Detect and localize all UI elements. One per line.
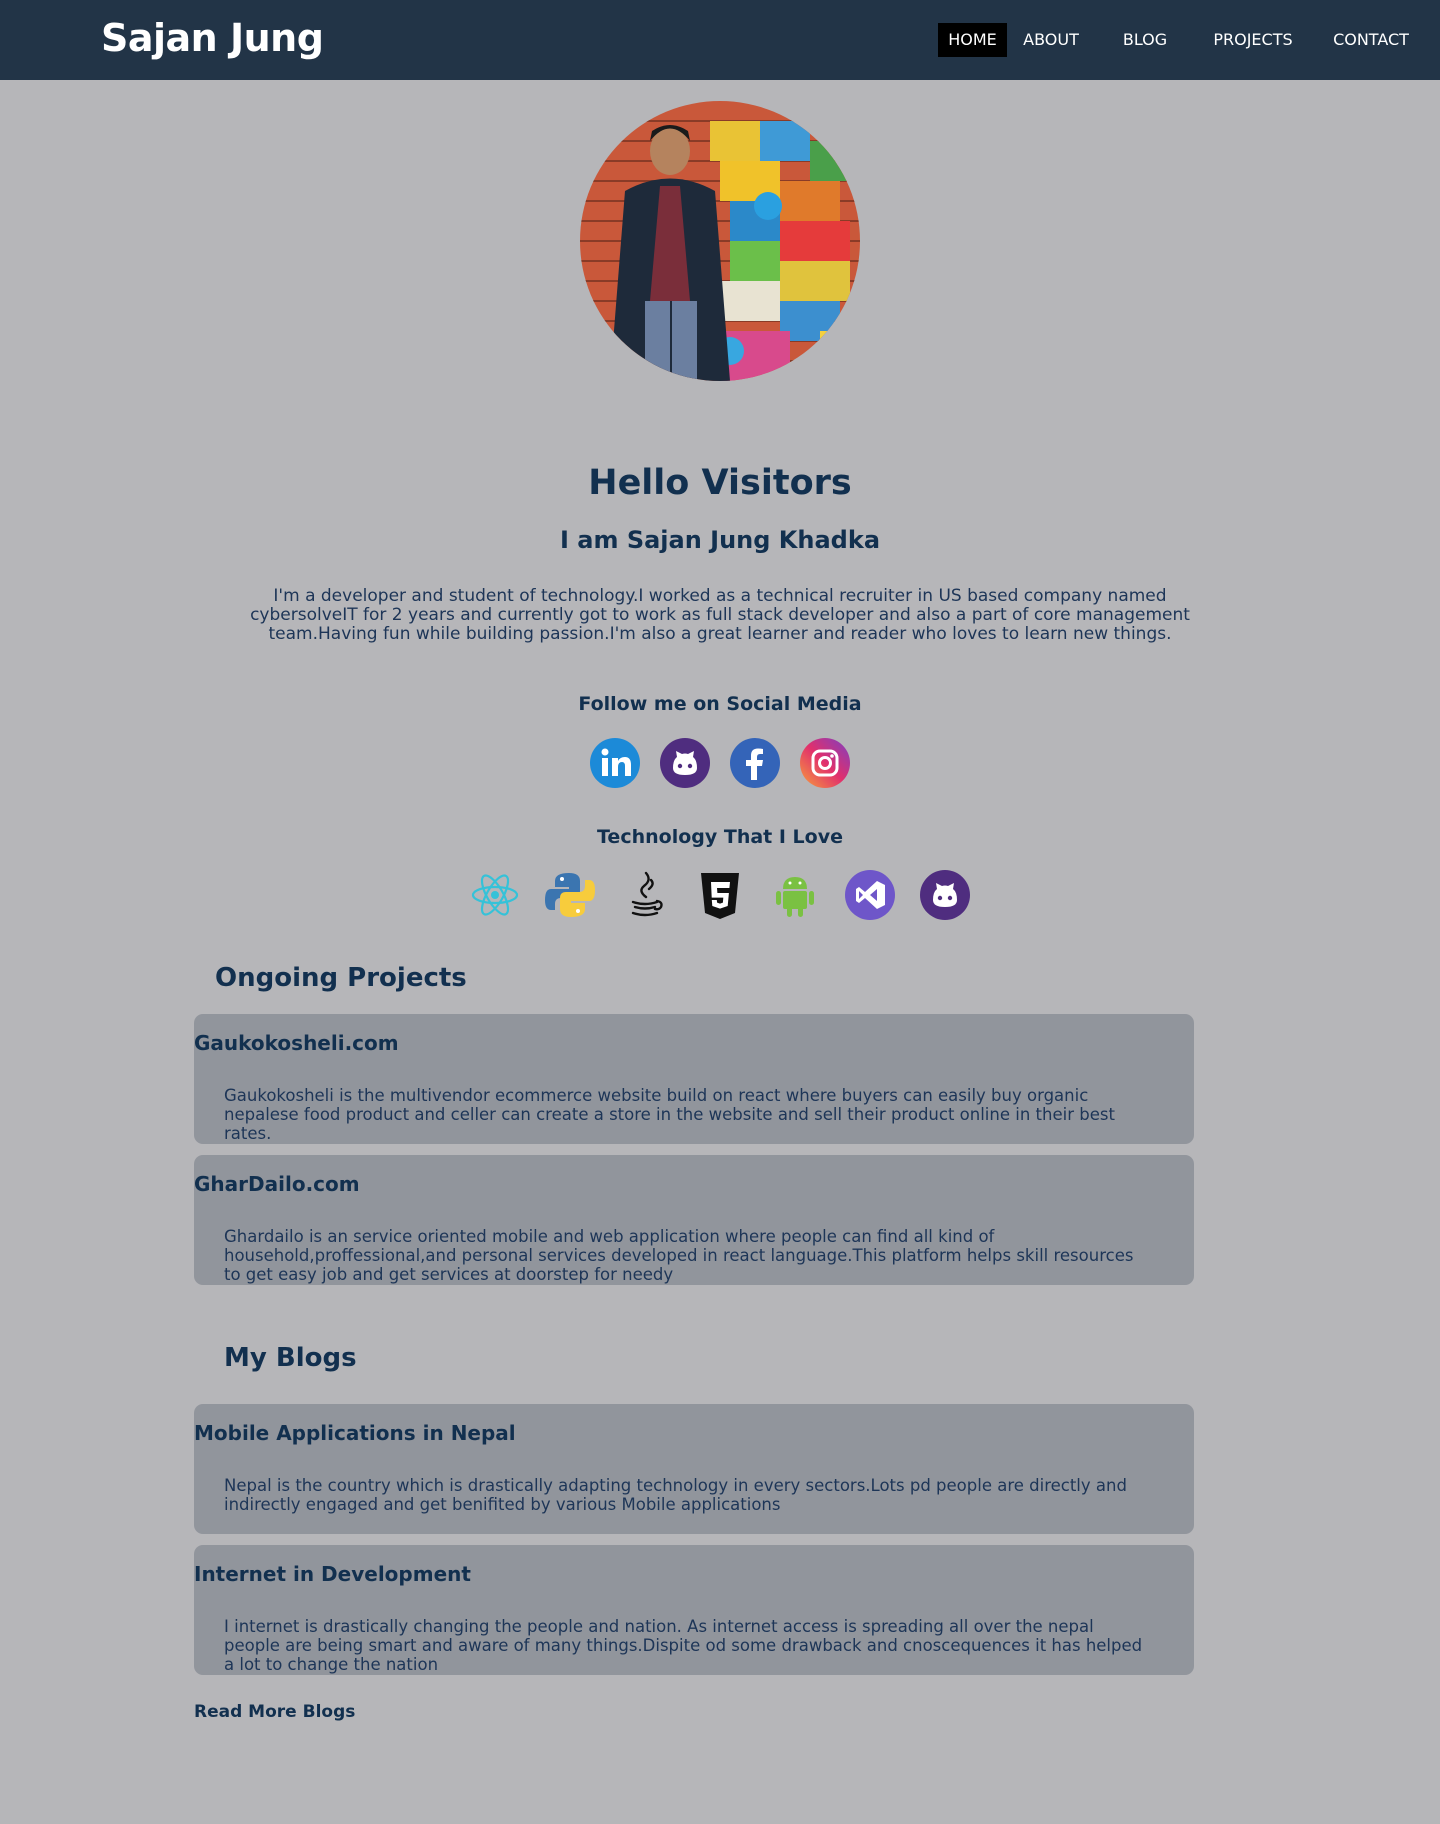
project-card[interactable]: Gaukokosheli.com Gaukokosheli is the mul… bbox=[194, 1014, 1194, 1144]
project-title: GharDailo.com bbox=[194, 1172, 360, 1196]
github-icon bbox=[920, 870, 970, 920]
name-subheading: I am Sajan Jung Khadka bbox=[559, 526, 881, 554]
greeting-heading: Hello Visitors bbox=[588, 463, 852, 503]
profile-photo bbox=[580, 101, 860, 381]
python-icon bbox=[545, 870, 595, 920]
blog-title: Internet in Development bbox=[194, 1562, 471, 1586]
facebook-icon[interactable] bbox=[730, 738, 780, 788]
android-icon bbox=[770, 870, 820, 920]
top-navbar: Sajan Jung HOME ABOUT BLOG PROJECTS CONT… bbox=[0, 0, 1440, 80]
blog-description: I internet is drastically changing the p… bbox=[224, 1617, 1143, 1674]
blog-card[interactable]: Internet in Development I internet is dr… bbox=[194, 1545, 1194, 1675]
blog-description: Nepal is the country which is drasticall… bbox=[224, 1476, 1127, 1514]
nav-projects-link[interactable]: PROJECTS bbox=[1205, 23, 1301, 57]
instagram-icon[interactable] bbox=[800, 738, 850, 788]
blog-card[interactable]: Mobile Applications in Nepal Nepal is th… bbox=[194, 1404, 1194, 1534]
technology-heading: Technology That I Love bbox=[597, 826, 843, 848]
visual-studio-icon bbox=[845, 870, 895, 920]
nav-about-link[interactable]: ABOUT bbox=[1020, 23, 1082, 57]
nav-contact-link[interactable]: CONTACT bbox=[1332, 23, 1410, 57]
github-icon[interactable] bbox=[660, 738, 710, 788]
social-heading: Follow me on Social Media bbox=[578, 693, 862, 715]
bio-text: I'm a developer and student of technolog… bbox=[250, 586, 1190, 644]
blog-title: Mobile Applications in Nepal bbox=[194, 1421, 516, 1445]
java-icon bbox=[620, 870, 670, 920]
react-icon bbox=[470, 870, 520, 920]
project-title: Gaukokosheli.com bbox=[194, 1031, 399, 1055]
projects-heading: Ongoing Projects bbox=[215, 963, 467, 993]
project-card[interactable]: GharDailo.com Ghardailo is an service or… bbox=[194, 1155, 1194, 1285]
project-description: Gaukokosheli is the multivendor ecommerc… bbox=[224, 1086, 1115, 1143]
linkedin-icon[interactable] bbox=[590, 738, 640, 788]
html5-icon bbox=[695, 870, 745, 920]
nav-blog-link[interactable]: BLOG bbox=[1115, 23, 1175, 57]
read-more-blogs-link[interactable]: Read More Blogs bbox=[194, 1702, 355, 1722]
blogs-heading: My Blogs bbox=[224, 1343, 357, 1373]
site-brand[interactable]: Sajan Jung bbox=[101, 16, 324, 60]
nav-home-link[interactable]: HOME bbox=[938, 23, 1007, 57]
project-description: Ghardailo is an service oriented mobile … bbox=[224, 1227, 1134, 1284]
